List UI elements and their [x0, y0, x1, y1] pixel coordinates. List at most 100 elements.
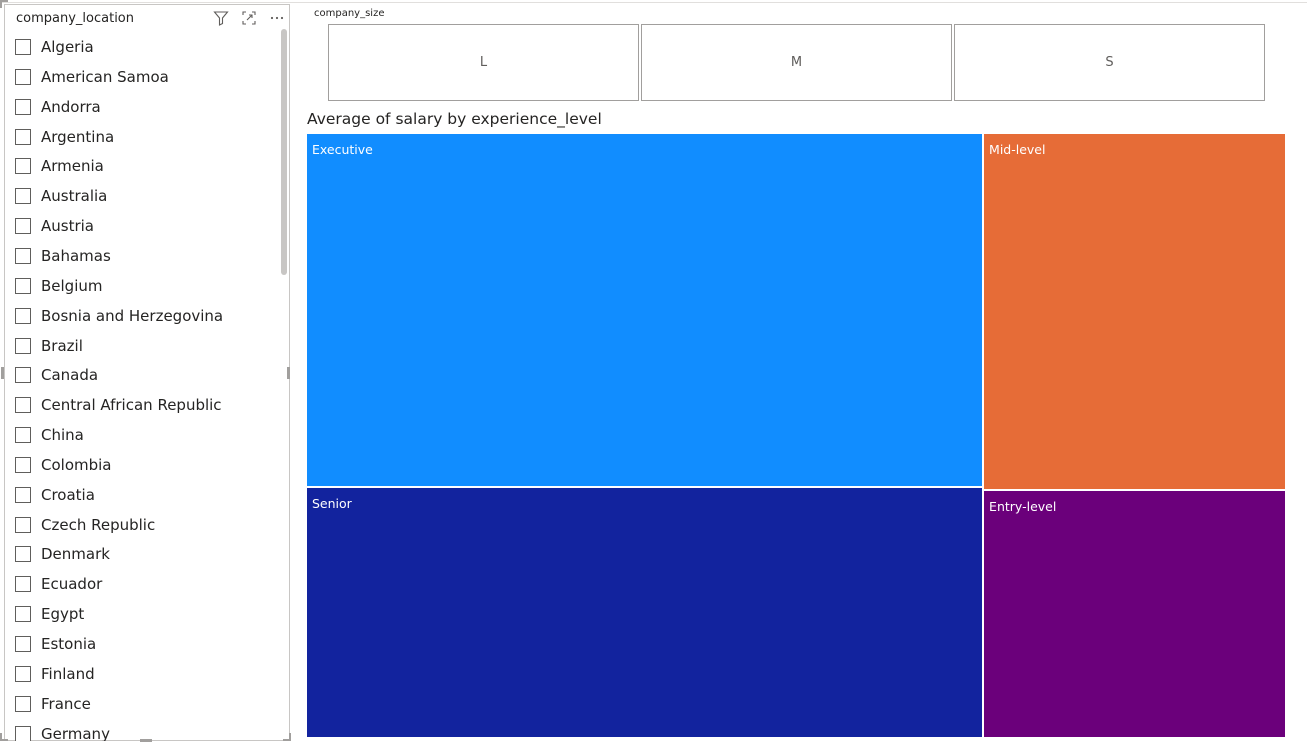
focus-mode-icon[interactable] — [240, 9, 258, 27]
top-strip — [0, 0, 1307, 3]
slicer-item-label: Finland — [41, 664, 95, 683]
slicer-item[interactable]: Canada — [15, 362, 98, 388]
checkbox[interactable] — [15, 218, 31, 235]
slicer-item[interactable]: Belgium — [15, 273, 103, 299]
resize-corner-bottom-right[interactable] — [283, 733, 291, 741]
slicer-item-label: Armenia — [41, 157, 104, 176]
slicer-item-label: Argentina — [41, 127, 115, 146]
treemap-rect-executive[interactable]: Executive — [306, 133, 984, 488]
treemap-rect-senior[interactable]: Senior — [306, 487, 984, 738]
slicer-item-label: Czech Republic — [41, 515, 156, 534]
checkbox[interactable] — [15, 367, 31, 384]
treemap-rect-entry-level[interactable]: Entry-level — [983, 490, 1286, 738]
treemap-label: Executive — [312, 142, 373, 157]
slicer-item[interactable]: Denmark — [15, 541, 110, 567]
slicer-item[interactable]: Germany — [15, 721, 110, 741]
slicer-item-label: Denmark — [41, 545, 110, 564]
resize-handle-right[interactable] — [287, 367, 290, 379]
slicer-item[interactable]: Andorra — [15, 94, 101, 120]
slicer-item-label: Estonia — [41, 635, 97, 653]
slicer-item[interactable]: Australia — [15, 183, 107, 209]
slicer-item[interactable]: Central African Republic — [15, 392, 222, 418]
slicer-item-label: Canada — [41, 366, 99, 385]
size-option-l[interactable]: L — [328, 24, 639, 101]
checkbox[interactable] — [15, 337, 31, 354]
checkbox[interactable] — [15, 516, 31, 533]
company-location-slicer: company_location Algeria American Samoa An… — [4, 4, 290, 741]
checkbox[interactable] — [15, 128, 31, 145]
slicer-item-label: France — [41, 694, 91, 713]
checkbox[interactable] — [15, 636, 31, 652]
slicer-item[interactable]: France — [15, 691, 91, 717]
checkbox[interactable] — [15, 397, 31, 414]
slicer-item-label: Bahamas — [41, 246, 111, 265]
slicer-item[interactable]: Colombia — [15, 452, 112, 478]
checkbox[interactable] — [15, 456, 31, 473]
company-size-title: company_size — [314, 8, 385, 19]
resize-handle-left[interactable] — [1, 367, 4, 379]
checkbox[interactable] — [15, 546, 31, 563]
checkbox[interactable] — [15, 576, 31, 593]
size-option-m[interactable]: M — [641, 24, 952, 101]
slicer-item-label: Bosnia and Herzegovina — [41, 306, 224, 325]
checkbox[interactable] — [15, 665, 31, 682]
checkbox[interactable] — [15, 98, 31, 115]
checkbox[interactable] — [15, 158, 31, 175]
slicer-item-label: Germany — [41, 724, 110, 741]
slicer-item-label: American Samoa — [41, 67, 169, 86]
slicer-item[interactable]: Austria — [15, 213, 94, 239]
checkbox[interactable] — [15, 725, 31, 741]
resize-corner-bottom-left[interactable] — [0, 733, 8, 741]
checkbox[interactable] — [15, 39, 31, 55]
slicer-item-label: Algeria — [41, 38, 94, 56]
checkbox[interactable] — [15, 427, 31, 444]
slicer-item-label: Belgium — [41, 276, 103, 295]
checkbox[interactable] — [15, 307, 31, 324]
slicer-item[interactable]: Egypt — [15, 601, 84, 627]
slicer-item-label: Central African Republic — [41, 396, 222, 415]
slicer-item[interactable]: Estonia — [15, 631, 96, 657]
more-options-icon[interactable] — [268, 9, 286, 27]
treemap-label: Mid-level — [989, 142, 1046, 157]
resize-handle-bottom[interactable] — [140, 739, 152, 742]
checkbox[interactable] — [15, 486, 31, 503]
size-option-s[interactable]: S — [954, 24, 1265, 101]
slicer-item[interactable]: Croatia — [15, 482, 95, 508]
slicer-item[interactable]: Bahamas — [15, 243, 111, 269]
slicer-title: company_location — [16, 11, 134, 26]
filter-icon[interactable] — [212, 9, 230, 27]
slicer-item-label: Austria — [41, 217, 94, 236]
slicer-item-label: Croatia — [41, 485, 95, 504]
slicer-list: Algeria American Samoa Andorra Argentina Arm… — [5, 29, 277, 741]
slicer-item[interactable]: Armenia — [15, 153, 104, 179]
slicer-item-label: Andorra — [41, 97, 101, 116]
slicer-item[interactable]: Argentina — [15, 124, 114, 150]
checkbox[interactable] — [15, 695, 31, 712]
slicer-header: company_location — [5, 5, 289, 29]
treemap-label: Entry-level — [989, 499, 1057, 515]
slicer-scrollbar[interactable] — [281, 29, 287, 275]
slicer-item[interactable]: Algeria — [15, 34, 94, 60]
slicer-item-label: Brazil — [41, 336, 83, 355]
treemap-label: Senior — [312, 496, 352, 512]
slicer-item[interactable]: Ecuador — [15, 571, 102, 597]
slicer-item-label: Egypt — [41, 605, 85, 624]
slicer-item[interactable]: China — [15, 422, 84, 448]
slicer-item[interactable]: Brazil — [15, 333, 83, 359]
checkbox[interactable] — [15, 247, 31, 264]
slicer-item[interactable]: Czech Republic — [15, 512, 155, 538]
slicer-item[interactable]: American Samoa — [15, 64, 169, 90]
slicer-item-label: Australia — [41, 187, 108, 206]
checkbox[interactable] — [15, 606, 31, 623]
chart-title: Average of salary by experience_level — [307, 110, 602, 128]
treemap-chart: Executive Senior Mid-level Entry-level — [306, 133, 1286, 738]
checkbox[interactable] — [15, 277, 31, 294]
resize-corner-top-left[interactable] — [0, 0, 8, 8]
slicer-item-label: Ecuador — [41, 575, 103, 594]
checkbox[interactable] — [15, 68, 31, 85]
slicer-item-label: Colombia — [41, 455, 112, 474]
slicer-item[interactable]: Finland — [15, 661, 95, 687]
checkbox[interactable] — [15, 188, 31, 205]
slicer-item[interactable]: Bosnia and Herzegovina — [15, 303, 223, 329]
treemap-rect-mid-level[interactable]: Mid-level — [983, 133, 1286, 491]
